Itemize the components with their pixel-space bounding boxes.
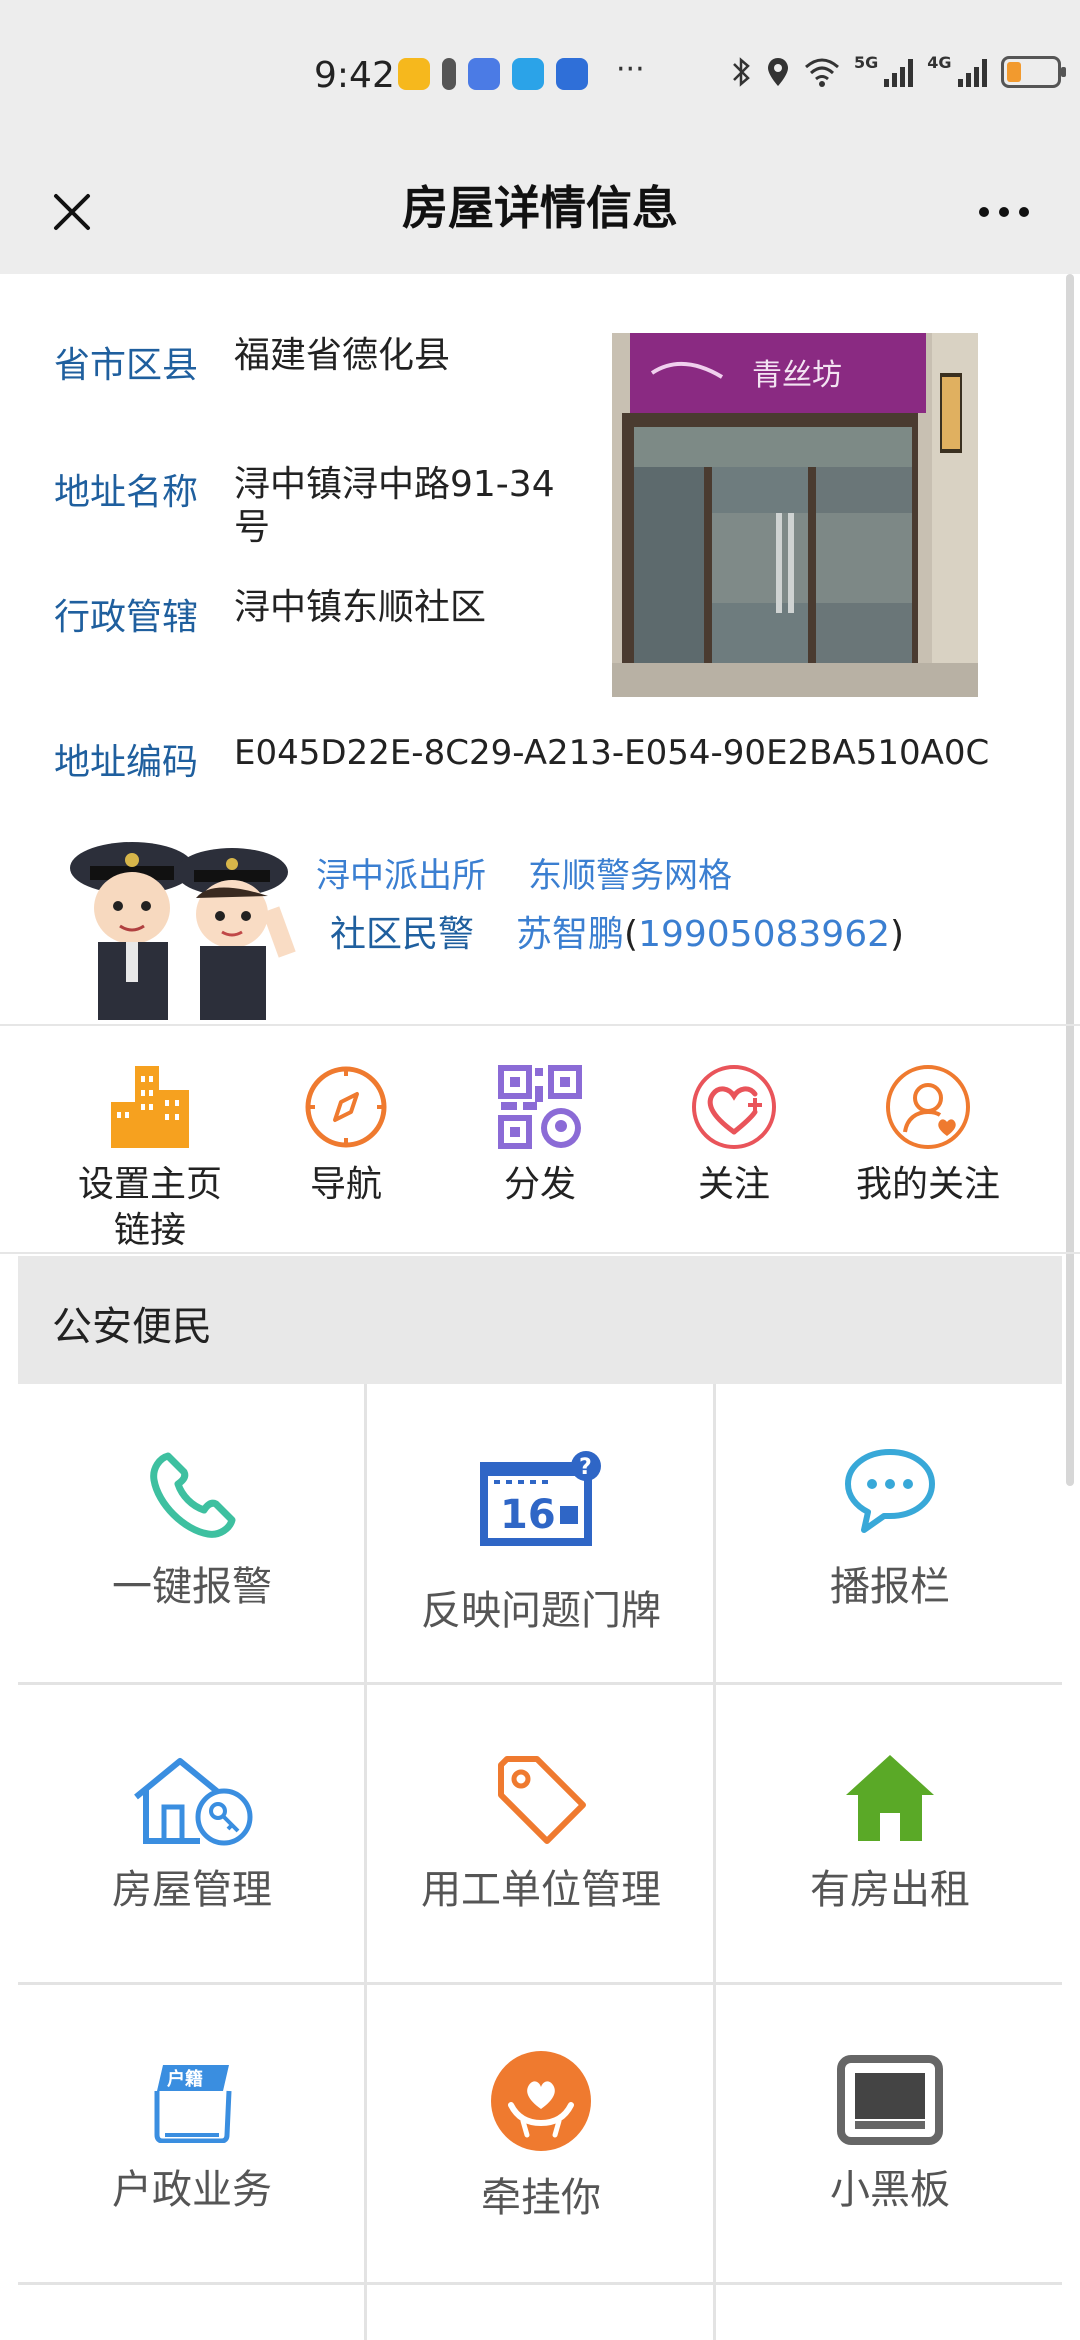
address-value-line2: 号 (234, 507, 271, 548)
grid-item-house-for-rent[interactable]: 有房出租 (716, 1685, 1064, 1983)
divider (0, 1024, 1080, 1026)
action-label: 分发 (503, 1164, 576, 1205)
paren-open: ( (624, 914, 639, 955)
grid-item-label: 播报栏 (830, 1564, 950, 1610)
grid-item-emergency-call[interactable]: 一键报警 (18, 1384, 366, 1682)
my-follows-button[interactable]: 我的关注 (830, 1062, 1026, 1208)
wifi-icon (805, 58, 839, 87)
doorplate-icon: 16 ? (480, 1451, 601, 1546)
doorplate-number: 16 (500, 1492, 556, 1538)
title-bar: 房屋详情信息 (0, 150, 1080, 274)
tag-icon (498, 1756, 586, 1844)
grid-item-household-affairs[interactable]: 户籍 户政业务 (18, 1985, 366, 2283)
buildings-icon (111, 1066, 189, 1148)
officer-phone-link[interactable]: 19905083962 (638, 914, 890, 955)
phone-icon (150, 1452, 236, 1538)
section-header: 公安便民 (18, 1256, 1062, 1384)
officer-name-link[interactable]: 苏智鹏 (516, 914, 624, 955)
grid-item-report-doorplate[interactable]: 16 ? 反映问题门牌 (367, 1384, 715, 1682)
officer-contact: 苏智鹏(19905083962) (516, 905, 904, 957)
set-homepage-button[interactable]: 设置主页 链接 (52, 1062, 248, 1254)
weibo-icon (398, 58, 430, 90)
address-code-value: E045D22E-8C29-A213-E054-90E2BA510A0C (234, 733, 990, 773)
province-label: 省市区县 (54, 345, 199, 386)
grid-item-label: 有房出租 (810, 1867, 970, 1913)
paren-close: ) (890, 914, 905, 955)
blackboard-icon (837, 2055, 943, 2145)
signal-4g-icon (957, 57, 987, 87)
user-heart-icon (886, 1065, 970, 1149)
svg-text:?: ? (579, 1455, 592, 1480)
bluetooth-icon (733, 57, 750, 87)
admin-value: 浔中镇东顺社区 (234, 587, 487, 628)
scrollbar[interactable] (1066, 274, 1074, 1486)
grid-item-label: 牵挂你 (481, 2175, 601, 2221)
grid-item-label: 房屋管理 (112, 1867, 272, 1913)
police-cartoon-image (62, 838, 302, 1024)
province-value: 福建省德化县 (234, 335, 451, 376)
action-label: 关注 (697, 1164, 770, 1205)
divider (0, 1252, 1080, 1254)
more-dot-icon (1019, 207, 1029, 217)
network-5g-label: 5G (854, 52, 879, 72)
navigation-button[interactable]: 导航 (248, 1062, 444, 1208)
heart-plus-icon (692, 1065, 776, 1149)
household-register-badge: 户籍 (167, 2068, 203, 2090)
battery-icon (1000, 56, 1066, 88)
grid-item-blackboard[interactable]: 小黑板 (716, 1985, 1064, 2283)
grid-item-bulletin[interactable]: 播报栏 (716, 1384, 1064, 1682)
action-label: 链接 (113, 1210, 186, 1251)
page-title: 房屋详情信息 (402, 181, 678, 235)
police-grid-link[interactable]: 东顺警务网格 (528, 848, 732, 897)
grid-item-employer-management[interactable]: 用工单位管理 (367, 1685, 715, 1983)
police-station-link[interactable]: 浔中派出所 (316, 848, 486, 897)
status-bar: 9:42 ··· 5G 4G (0, 0, 1080, 150)
status-time: 9:42 (314, 55, 395, 96)
notification-icons (398, 58, 588, 90)
battery-alert-icon (442, 58, 456, 90)
grid-item-label: 反映问题门牌 (421, 1588, 661, 1634)
action-label: 设置主页 (77, 1164, 222, 1205)
green-house-icon (846, 1755, 934, 1841)
signal-5g-icon (884, 57, 914, 87)
more-dot-icon (979, 207, 989, 217)
grid-item-label: 户政业务 (112, 2167, 272, 2213)
action-label: 我的关注 (855, 1164, 1000, 1205)
action-label: 导航 (309, 1164, 382, 1205)
network-4g-label: 4G (927, 52, 952, 72)
more-options-button[interactable] (964, 176, 1044, 248)
section-title: 公安便民 (52, 1304, 212, 1350)
bulb-app-icon (556, 58, 588, 90)
follow-button[interactable]: 关注 (636, 1062, 832, 1208)
address-value-line1: 浔中镇浔中路91-34 (234, 464, 555, 505)
more-dot-icon (999, 207, 1009, 217)
grid-item-label: 小黑板 (830, 2167, 950, 2213)
grid-item-label: 用工单位管理 (421, 1867, 661, 1913)
house-photo[interactable]: 青丝坊 (612, 333, 978, 697)
grid-item-label: 一键报警 (112, 1564, 272, 1610)
household-register-icon: 户籍 (154, 2065, 232, 2143)
hands-heart-icon (491, 2051, 591, 2151)
chat-bubble-icon (845, 1449, 935, 1533)
house-key-icon (134, 1758, 253, 1846)
grid-item-house-management[interactable]: 房屋管理 (18, 1685, 366, 1983)
community-police-label: 社区民警 (330, 914, 475, 955)
more-notifications-icon: ··· (616, 52, 645, 87)
address-label: 地址名称 (54, 472, 199, 513)
qrcode-icon (498, 1065, 582, 1149)
education-app-icon (468, 58, 500, 90)
system-icons: 5G 4G (730, 52, 1066, 88)
admin-label: 行政管辖 (54, 597, 199, 638)
distribute-button[interactable]: 分发 (442, 1062, 638, 1208)
address-code-label: 地址编码 (54, 742, 199, 783)
grid-item-care-for-you[interactable]: 牵挂你 (367, 1985, 715, 2283)
location-icon (768, 58, 788, 86)
compass-icon (305, 1066, 387, 1148)
browser-app-icon (512, 58, 544, 90)
shop-sign-text: 青丝坊 (752, 358, 842, 393)
